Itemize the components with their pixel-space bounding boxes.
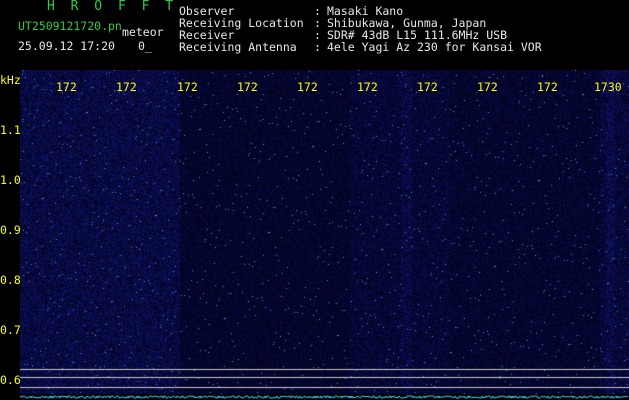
y-tick-label: 0.7: [0, 323, 21, 337]
meteor-count: 0_: [138, 39, 152, 53]
x-tick-label: 172: [357, 80, 378, 94]
x-tick-label: 1730: [594, 80, 622, 94]
x-tick-label: 172: [477, 80, 498, 94]
y-tick-label: 0.9: [0, 223, 21, 237]
waterfall-spectrogram: [20, 70, 629, 400]
meteor-label: meteor: [122, 25, 164, 39]
x-tick-label: 172: [237, 80, 258, 94]
app-title: H R O F F T: [47, 0, 178, 14]
x-tick-label: 172: [417, 80, 438, 94]
x-tick-label: 172: [116, 80, 137, 94]
y-tick-label: 1.0: [0, 173, 21, 187]
y-tick-label: 1.1: [0, 123, 21, 137]
x-tick-label: 172: [177, 80, 198, 94]
info-colon: :: [314, 40, 321, 54]
x-tick-label: 172: [537, 80, 558, 94]
y-tick-label: 0.6: [0, 373, 21, 387]
x-tick-label: 172: [297, 80, 318, 94]
info-value-antenna: 4ele Yagi Az 230 for Kansai VOR: [327, 40, 542, 54]
y-tick-label: 0.8: [0, 273, 21, 287]
filename: UT2509121720.pn: [18, 19, 122, 33]
timestamp: 25.09.12 17:20: [18, 39, 115, 53]
x-tick-label: 172: [56, 80, 77, 94]
axis-unit-label: kHz: [0, 73, 21, 87]
info-label-antenna: Receiving Antenna: [179, 40, 297, 54]
hrofft-window: H R O F F T UT2509121720.pn meteor 25.09…: [0, 0, 629, 400]
